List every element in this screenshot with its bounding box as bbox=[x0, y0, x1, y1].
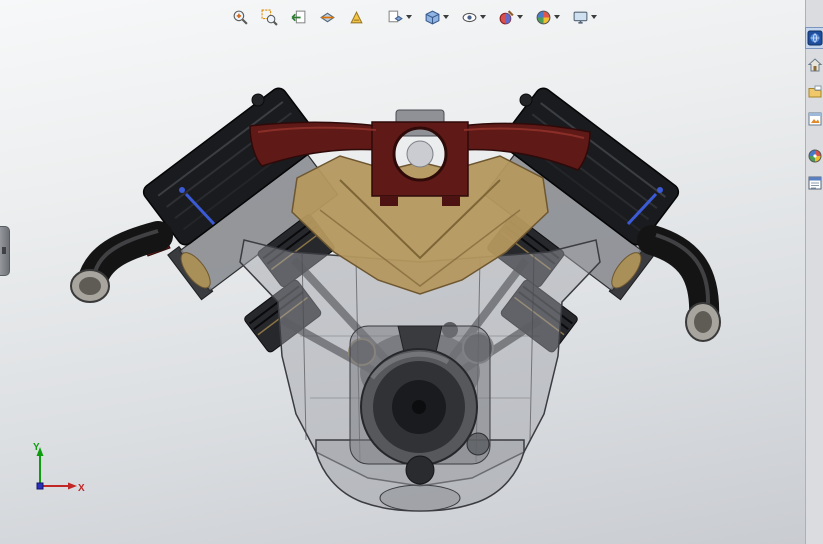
properties-list-icon bbox=[808, 176, 821, 190]
dropdown-arrow-icon bbox=[517, 15, 523, 19]
task-pane bbox=[804, 0, 823, 544]
apply-scene-button[interactable] bbox=[533, 6, 562, 28]
right-filler-cap bbox=[519, 93, 533, 107]
left-filler-cap bbox=[251, 93, 265, 107]
left-exhaust-pipe[interactable] bbox=[70, 221, 173, 303]
shaded-cube-icon bbox=[425, 10, 440, 24]
dropdown-arrow-icon bbox=[591, 15, 597, 19]
hide-show-items-button[interactable] bbox=[459, 6, 488, 28]
previous-view-icon bbox=[291, 10, 306, 23]
dropdown-arrow-icon bbox=[554, 15, 560, 19]
task-file-explorer[interactable] bbox=[806, 82, 823, 102]
harmonic-balancer[interactable] bbox=[349, 325, 491, 485]
task-custom-properties[interactable] bbox=[806, 173, 823, 193]
task-design-library[interactable] bbox=[806, 55, 823, 75]
zoom-to-area-button[interactable] bbox=[259, 6, 280, 28]
solidworks-window: Y X bbox=[0, 0, 823, 544]
folder-files-icon bbox=[808, 85, 821, 98]
x-axis-arrow bbox=[68, 482, 77, 490]
previous-view-button[interactable] bbox=[288, 6, 309, 28]
eye-icon bbox=[462, 12, 477, 22]
display-style-button[interactable] bbox=[422, 6, 451, 28]
task-view-palette[interactable] bbox=[806, 109, 823, 129]
view-settings-button[interactable] bbox=[570, 6, 599, 28]
view-toolbar bbox=[230, 6, 599, 28]
engine-model[interactable] bbox=[0, 0, 805, 544]
monitor-icon bbox=[573, 11, 588, 24]
section-view-icon bbox=[320, 12, 335, 22]
tab-grip-icon bbox=[2, 247, 6, 254]
dropdown-arrow-icon bbox=[480, 15, 486, 19]
graphics-viewport[interactable]: Y X bbox=[0, 0, 805, 544]
color-sphere-icon bbox=[808, 149, 821, 163]
z-axis-origin bbox=[36, 482, 44, 490]
right-exhaust-pipe[interactable] bbox=[637, 225, 721, 342]
collapsed-panel-tab[interactable] bbox=[0, 226, 10, 276]
edit-appearance-button[interactable] bbox=[496, 6, 525, 28]
appearance-ball-icon bbox=[499, 9, 514, 24]
resources-globe-icon bbox=[807, 30, 822, 46]
annotation-views-button[interactable] bbox=[346, 6, 367, 28]
task-appearances-scenes[interactable] bbox=[806, 146, 823, 166]
dropdown-arrow-icon bbox=[406, 15, 412, 19]
view-cube-sheet-icon bbox=[388, 10, 403, 22]
scene-sphere-icon bbox=[536, 10, 551, 24]
zoom-to-fit-button[interactable] bbox=[230, 6, 251, 28]
task-solidworks-resources[interactable] bbox=[804, 27, 823, 49]
view-orientation-button[interactable] bbox=[385, 6, 414, 28]
section-view-button[interactable] bbox=[317, 6, 338, 28]
x-axis-label: X bbox=[78, 483, 85, 494]
annotation-icon bbox=[350, 10, 363, 23]
home-library-icon bbox=[807, 58, 822, 72]
y-axis-label: Y bbox=[33, 442, 40, 453]
magnifier-area-icon bbox=[261, 9, 278, 26]
view-palette-icon bbox=[808, 112, 821, 126]
magnifier-plus-icon bbox=[233, 10, 248, 25]
dropdown-arrow-icon bbox=[443, 15, 449, 19]
orientation-triad[interactable]: Y X bbox=[26, 438, 88, 500]
